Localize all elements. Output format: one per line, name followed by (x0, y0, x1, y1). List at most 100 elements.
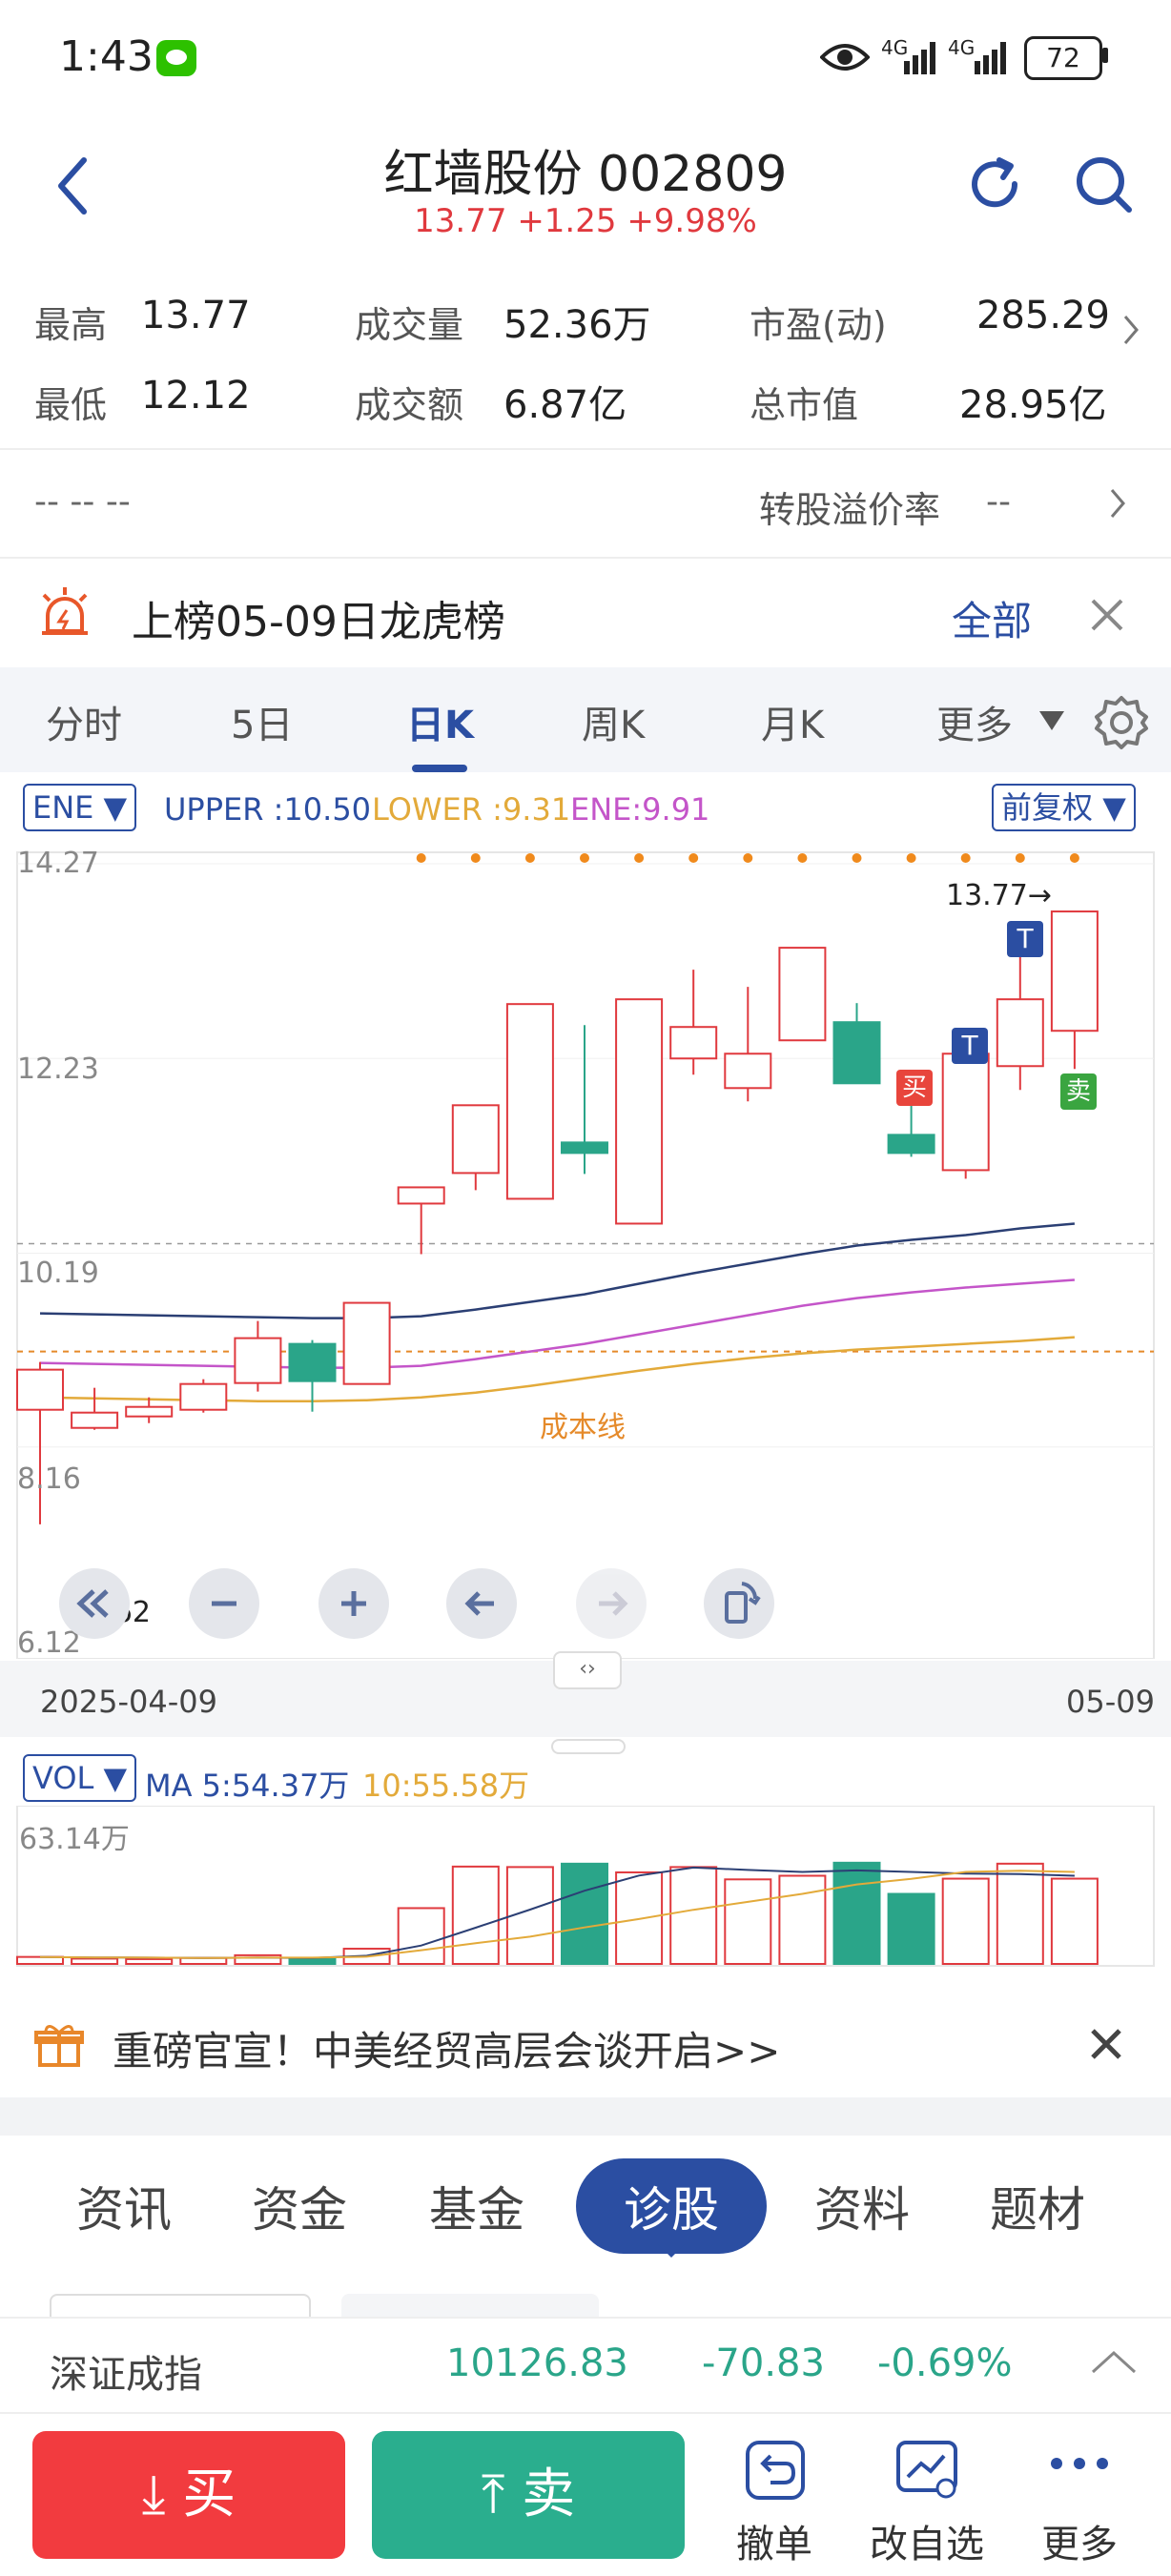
refresh-icon[interactable] (963, 153, 1026, 215)
ad-text[interactable]: 重磅官宣！中美经贸高层会谈开启>> (113, 2019, 780, 2077)
chevron-up-icon[interactable] (1089, 2347, 1139, 2376)
volume-chart[interactable] (0, 1806, 1171, 1970)
chart-frame (16, 851, 1155, 1659)
candle-body (71, 1411, 119, 1429)
cancel-order-icon[interactable] (742, 2437, 809, 2504)
close-icon[interactable] (1089, 2027, 1123, 2061)
fast-backward-button[interactable] (59, 1568, 130, 1639)
candle-body (288, 1342, 337, 1382)
tab-more[interactable]: 更多 (936, 694, 1013, 749)
edit-watchlist-icon[interactable] (893, 2437, 961, 2504)
volume-value: 52.36万 (503, 303, 651, 347)
search-icon[interactable] (1072, 153, 1135, 215)
signal-dot (688, 853, 699, 863)
active-tab-indicator (412, 765, 467, 772)
sell-button[interactable]: ⤒ 卖 (372, 2431, 685, 2559)
sell-marker[interactable]: 卖 (1060, 1073, 1097, 1110)
adjust-selector[interactable]: 前复权 ▼ (992, 784, 1136, 831)
signal-icon (904, 42, 935, 74)
volume-bar (669, 1866, 718, 1965)
pan-right-button[interactable] (576, 1568, 647, 1639)
chevron-right-icon[interactable] (1106, 484, 1129, 522)
more-label[interactable]: 更多 (1041, 2513, 1118, 2568)
y-tick-label: 8.16 (17, 1462, 81, 1496)
low-label: 最低 (34, 384, 108, 426)
volume-bar (71, 1957, 119, 1966)
tab-theme[interactable]: 题材 (990, 2172, 1085, 2240)
vol-ma10: 10:55.58万 (362, 1768, 530, 1804)
pan-left-button[interactable] (446, 1568, 517, 1639)
t-marker[interactable]: T (1007, 921, 1043, 957)
candle-body (397, 1186, 445, 1205)
tab-timeshare[interactable]: 分时 (46, 694, 122, 749)
signal-dot (416, 853, 426, 863)
tab-5day[interactable]: 5日 (231, 694, 293, 749)
tab-funds-flow[interactable]: 资金 (252, 2172, 347, 2240)
cancel-order-label[interactable]: 撤单 (736, 2513, 812, 2568)
more-icon[interactable] (1045, 2452, 1114, 2475)
tab-fund[interactable]: 基金 (429, 2172, 524, 2240)
volume-bar (778, 1874, 827, 1965)
t-marker[interactable]: T (952, 1028, 988, 1064)
ene-line (39, 1278, 1075, 1369)
pan-handle[interactable]: ‹› (553, 1651, 622, 1689)
volume-bar (832, 1861, 881, 1965)
tab-diagnosis[interactable]: 诊股 (576, 2158, 767, 2254)
candle-body (724, 1053, 772, 1090)
candle-body (342, 1301, 391, 1385)
dragon-list-text[interactable]: 上榜05-09日龙虎榜 (132, 587, 505, 648)
tab-daily-k[interactable]: 日K (406, 694, 474, 749)
date-start-label: 2025-04-09 (40, 1684, 217, 1720)
close-icon[interactable] (1087, 595, 1127, 635)
view-all-link[interactable]: 全部 (952, 589, 1032, 647)
candle-body (615, 998, 664, 1225)
zoom-in-button[interactable] (318, 1568, 389, 1639)
triangle-down-icon: ▼ (103, 1760, 128, 1796)
gift-icon (34, 2025, 84, 2067)
chevron-right-icon[interactable] (1120, 311, 1142, 349)
zoom-out-button[interactable] (189, 1568, 259, 1639)
triangle-down-icon[interactable] (1037, 709, 1066, 732)
status-time: 1:43 (59, 32, 154, 81)
candle-body (16, 1368, 64, 1411)
rotate-button[interactable] (704, 1568, 774, 1639)
upper-band-line (39, 1222, 1076, 1319)
volume-name: VOL (32, 1760, 94, 1796)
minus-icon (212, 1601, 236, 1606)
candle-body (179, 1382, 228, 1411)
eye-icon (820, 44, 870, 71)
buy-button[interactable]: ⤓ 买 (32, 2431, 345, 2559)
signal-icon-2 (975, 42, 1006, 74)
low-value: 12.12 (141, 374, 251, 418)
tab-news[interactable]: 资讯 (76, 2172, 172, 2240)
candle-body (505, 1003, 554, 1200)
signal-dot (743, 853, 753, 863)
resize-handle[interactable] (551, 1739, 626, 1754)
candle-body (1050, 910, 1099, 1032)
triangle-down-icon: ▼ (103, 789, 128, 826)
signal-dot (470, 853, 481, 863)
mcap-label: 总市值 (750, 384, 859, 426)
candle-body (832, 1021, 881, 1085)
indicator-selector[interactable]: ENE ▼ (23, 784, 137, 831)
volume-selector[interactable]: VOL ▼ (23, 1754, 137, 1802)
candlestick-chart[interactable] (0, 839, 1171, 1659)
volume-bar (125, 1957, 174, 1966)
signal-dot (580, 853, 589, 863)
sell-button-label: 卖 (522, 2464, 576, 2525)
buy-button-label: 买 (182, 2464, 236, 2525)
tab-profile[interactable]: 资料 (814, 2172, 910, 2240)
gear-icon[interactable] (1093, 694, 1150, 751)
buy-marker[interactable]: 买 (896, 1070, 933, 1106)
cost-line-label: 成本线 (540, 1411, 626, 1444)
volume-bar (451, 1865, 500, 1965)
sell-arrow-icon: ⤒ (481, 2464, 505, 2525)
battery-tip (1102, 48, 1108, 63)
tab-monthly-k[interactable]: 月K (761, 694, 824, 749)
volume-bar (1050, 1877, 1099, 1965)
volume-bar (397, 1907, 445, 1966)
edit-watchlist-label[interactable]: 改自选 (870, 2513, 984, 2568)
tab-weekly-k[interactable]: 周K (582, 694, 645, 749)
active-tab-pointer (658, 2244, 685, 2258)
candle-body (778, 947, 827, 1042)
